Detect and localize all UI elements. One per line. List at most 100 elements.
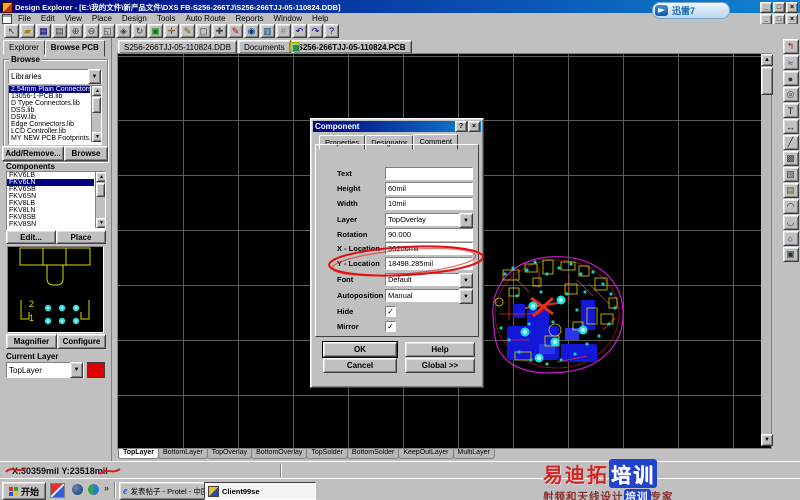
- ok-button[interactable]: OK: [323, 342, 397, 357]
- interactive-route-icon[interactable]: ↰: [783, 39, 799, 54]
- browse-button[interactable]: Browse: [64, 146, 108, 161]
- rotation-field[interactable]: 90.000: [385, 228, 473, 241]
- scroll-thumb[interactable]: [96, 183, 105, 197]
- print-icon[interactable]: ▤: [52, 24, 67, 38]
- minimize-button[interactable]: _: [760, 2, 772, 13]
- select-area-icon[interactable]: ▢: [196, 24, 211, 38]
- component-list-item[interactable]: FKV6SB: [7, 186, 94, 193]
- menu-item[interactable]: Auto Route: [181, 13, 231, 24]
- save-icon[interactable]: ▦: [36, 24, 51, 38]
- pad-icon[interactable]: ●: [783, 71, 799, 86]
- scroll-thumb[interactable]: [92, 97, 101, 113]
- zoom-in-icon[interactable]: ⊕: [68, 24, 83, 38]
- tool-icon[interactable]: ✛: [164, 24, 179, 38]
- room-icon[interactable]: ▣: [783, 247, 799, 262]
- menu-item[interactable]: Edit: [36, 13, 60, 24]
- scroll-up-icon[interactable]: ▲: [96, 172, 106, 182]
- document-tab[interactable]: S256-266TJJ-05-110824.PCB: [292, 40, 412, 54]
- highlight-pencil-icon[interactable]: ✎: [228, 24, 243, 38]
- redo-icon[interactable]: ↷: [308, 24, 323, 38]
- line-icon[interactable]: ╱: [783, 135, 799, 150]
- layer-select[interactable]: TopOverlay: [385, 213, 461, 226]
- mdi-document-icon[interactable]: [2, 14, 12, 24]
- canvas-vertical-scrollbar[interactable]: ▲ ▼: [761, 54, 771, 446]
- text-field[interactable]: [385, 167, 473, 180]
- close-button[interactable]: ×: [786, 2, 798, 13]
- magnifier-button[interactable]: Magnifier: [6, 334, 57, 349]
- current-layer-select[interactable]: TopLayer ▼: [6, 362, 84, 378]
- components-scrollbar[interactable]: ▲ ▼: [95, 172, 105, 228]
- via-icon[interactable]: ◎: [783, 87, 799, 102]
- scroll-up-icon[interactable]: ▲: [92, 86, 102, 96]
- dimension-icon[interactable]: ↔: [783, 119, 799, 134]
- scroll-down-icon[interactable]: ▼: [92, 132, 102, 142]
- library-list-item[interactable]: Edge Connectors.lib: [9, 121, 90, 128]
- start-button[interactable]: 开始: [2, 482, 46, 500]
- mirror-checkbox[interactable]: ✓: [385, 321, 396, 332]
- grid-icon[interactable]: #: [276, 24, 291, 38]
- menu-item[interactable]: View: [60, 13, 87, 24]
- edit-button[interactable]: Edit...: [6, 230, 56, 244]
- autoposition-select[interactable]: Manual: [385, 289, 461, 302]
- document-tab[interactable]: Documents: [238, 40, 290, 54]
- component-list-item[interactable]: FKV6SN: [7, 193, 94, 200]
- task-button-forum[interactable]: e 发表帖子 - Protel - 中国...: [119, 482, 209, 500]
- menu-item[interactable]: Reports: [231, 13, 269, 24]
- chevron-down-icon[interactable]: ▼: [459, 273, 473, 288]
- height-field[interactable]: 60mil: [385, 182, 473, 195]
- library-icon[interactable]: ▥: [260, 24, 275, 38]
- scroll-down-icon[interactable]: ▼: [761, 434, 773, 446]
- menu-item[interactable]: Help: [307, 13, 333, 24]
- string-icon[interactable]: T: [783, 103, 799, 118]
- y-location-field[interactable]: 18498.285mil: [385, 257, 473, 270]
- chevron-down-icon[interactable]: ▼: [88, 69, 101, 84]
- help-button[interactable]: Help: [405, 342, 475, 357]
- quick-launch-icon-1[interactable]: [50, 483, 65, 498]
- full-circle-icon[interactable]: ○: [783, 231, 799, 246]
- fill-icon[interactable]: ▩: [783, 151, 799, 166]
- configure-button[interactable]: Configure: [57, 334, 106, 349]
- scroll-down-icon[interactable]: ▼: [96, 218, 106, 228]
- cancel-button[interactable]: Cancel: [323, 358, 397, 373]
- redraw-icon[interactable]: ↻: [132, 24, 147, 38]
- global-button[interactable]: Global >>: [405, 358, 475, 373]
- xunlei-floating-button[interactable]: 迅雷7: [652, 2, 730, 19]
- help-icon[interactable]: ?: [324, 24, 339, 38]
- menu-item[interactable]: Window: [269, 13, 307, 24]
- move-icon[interactable]: ✚: [212, 24, 227, 38]
- menu-item[interactable]: File: [13, 13, 36, 24]
- font-select[interactable]: Default: [385, 273, 461, 286]
- quick-launch-icon-3[interactable]: [88, 484, 99, 495]
- chevron-down-icon[interactable]: ▼: [459, 289, 473, 304]
- component-icon[interactable]: ▣: [148, 24, 163, 38]
- undo-icon[interactable]: ↶: [292, 24, 307, 38]
- add-remove-button[interactable]: Add/Remove...: [2, 146, 64, 161]
- component-list-item[interactable]: FKV6LN: [7, 179, 94, 186]
- component-list-item[interactable]: FKV8LN: [7, 207, 94, 214]
- panel-tab[interactable]: Explorer: [3, 40, 45, 55]
- place-button[interactable]: Place: [56, 230, 106, 244]
- menu-item[interactable]: Place: [87, 13, 117, 24]
- width-field[interactable]: 10mil: [385, 197, 473, 210]
- maximize-button[interactable]: □: [773, 2, 785, 13]
- library-list-item[interactable]: 13056-1-PCB.lib: [9, 93, 90, 100]
- panel-tab[interactable]: Browse PCB: [45, 40, 105, 57]
- component-list-item[interactable]: FKV8LB: [7, 200, 94, 207]
- cursor-icon[interactable]: ↖: [4, 24, 19, 38]
- route-pencil-icon[interactable]: ✎: [180, 24, 195, 38]
- task-button-client99se[interactable]: Client99se: [204, 482, 316, 500]
- open-icon[interactable]: ▰: [20, 24, 35, 38]
- library-list-item[interactable]: LCD Controller.lib: [9, 128, 90, 135]
- browse-mode-select[interactable]: Libraries ▼: [8, 69, 102, 84]
- library-list-item[interactable]: MY NEW PCB Footprints.lib: [9, 135, 90, 142]
- zoom-window-icon[interactable]: ◱: [100, 24, 115, 38]
- component-list-item[interactable]: FKV8SN: [7, 221, 94, 228]
- library-list-item[interactable]: DSS.lib: [9, 107, 90, 114]
- menu-item[interactable]: Tools: [152, 13, 181, 24]
- browse-library-icon[interactable]: ◉: [244, 24, 259, 38]
- menu-item[interactable]: Design: [117, 13, 152, 24]
- scroll-thumb[interactable]: [761, 67, 773, 95]
- hide-checkbox[interactable]: ✓: [385, 306, 396, 317]
- dialog-title-bar[interactable]: Component ? ×: [313, 121, 481, 132]
- chevron-down-icon[interactable]: ▼: [70, 362, 83, 378]
